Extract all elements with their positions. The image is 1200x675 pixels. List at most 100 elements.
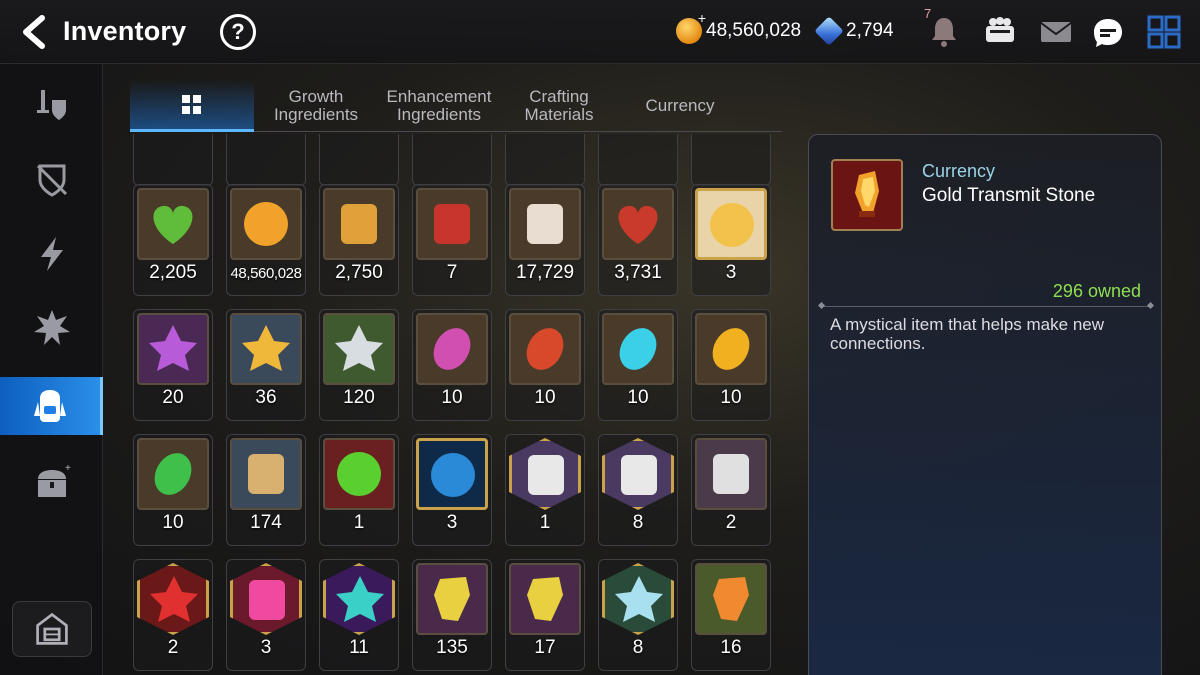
cat-portrait-icon [695, 188, 767, 260]
tab-growth-ingredients[interactable]: Growth Ingredients [258, 80, 374, 132]
skystone-gem-icon [814, 16, 844, 46]
tab-all[interactable] [130, 80, 254, 132]
gold-lotus-icon [230, 313, 302, 385]
inventory-item[interactable]: 2,750 [319, 184, 399, 296]
green-rune-stone-icon [137, 438, 209, 510]
inventory-item[interactable]: 16 [412, 134, 492, 186]
inventory-item[interactable]: 3 [226, 559, 306, 671]
inventory-item[interactable]: 15 [319, 134, 399, 186]
inventory-item[interactable]: 10 [598, 309, 678, 421]
friends-button[interactable] [980, 12, 1020, 52]
item-quantity: 10 [162, 512, 184, 533]
help-button[interactable]: ? [220, 14, 256, 50]
item-quantity: 3 [446, 512, 458, 533]
inventory-item[interactable]: 10 [505, 309, 585, 421]
inventory-item[interactable]: 17 [505, 559, 585, 671]
purple-lotus-icon [137, 313, 209, 385]
inventory-item[interactable]: 10 [133, 434, 213, 546]
item-quantity: 1 [353, 512, 365, 533]
inventory-item[interactable]: 135 [412, 559, 492, 671]
inventory-item[interactable]: 20 [133, 309, 213, 421]
inventory-item[interactable]: 10 [691, 309, 771, 421]
inventory-item[interactable]: 16 [691, 559, 771, 671]
chat-button[interactable] [1088, 12, 1128, 52]
inventory-item[interactable]: 7 [412, 184, 492, 296]
yellow-shard-icon [416, 563, 488, 635]
storage-button[interactable] [12, 601, 92, 657]
inventory-item[interactable]: 50 [505, 134, 585, 186]
skystone-counter[interactable]: 2,794 [814, 16, 894, 46]
divider [821, 306, 1151, 307]
item-quantity: 7 [446, 262, 458, 283]
sidebar-item-special[interactable] [0, 299, 103, 357]
inventory-item[interactable]: 8 [598, 559, 678, 671]
inventory-item[interactable]: 60 [598, 134, 678, 186]
tab-enhancement-ingredients[interactable]: Enhancement Ingredients [380, 80, 498, 132]
inventory-item[interactable]: 11 [319, 559, 399, 671]
inventory-item[interactable]: 3,731 [598, 184, 678, 296]
tab-crafting-materials[interactable]: Crafting Materials [504, 80, 614, 132]
item-quantity: 2 [167, 637, 179, 658]
item-quantity: 10 [441, 387, 463, 408]
artifact-shield-icon [36, 164, 67, 197]
inventory-item[interactable]: 10 [412, 309, 492, 421]
cyan-rune-stone-icon [602, 313, 674, 385]
category-tabs: Growth Ingredients Enhancement Ingredien… [130, 80, 782, 132]
item-quantity: 3 [725, 262, 737, 283]
back-button[interactable] [16, 12, 56, 52]
item-card-frame [412, 134, 492, 186]
item-detail-panel: Currency Gold Transmit Stone 296 owned A… [808, 134, 1162, 675]
sidebar-item-inventory[interactable] [0, 377, 103, 435]
inventory-item[interactable]: 3 [412, 434, 492, 546]
item-quantity: 10 [534, 387, 556, 408]
menu-button[interactable] [1144, 12, 1184, 52]
sidebar-item-chest[interactable]: + [0, 454, 103, 512]
item-owned-count: 296 owned [1052, 281, 1141, 301]
gold-amount: 48,560,028 [706, 20, 802, 41]
guild-members-icon [986, 17, 1014, 42]
item-quantity: 20 [162, 387, 184, 408]
inventory-item[interactable]: 17,729 [505, 184, 585, 296]
inventory-item[interactable]: 174 [226, 434, 306, 546]
gold-counter[interactable]: + 48,560,028 [676, 10, 802, 44]
inventory-item[interactable]: 36 [226, 309, 306, 421]
item-quantity: 2,750 [335, 262, 383, 283]
item-quantity: 8 [632, 637, 644, 658]
page-title: Inventory [63, 16, 187, 46]
sidebar-item-artifact[interactable] [0, 151, 103, 209]
inventory-item[interactable]: 3 [691, 134, 771, 186]
item-card-frame [598, 134, 678, 186]
inventory-item[interactable]: 120 [319, 309, 399, 421]
item-quantity: 135 [436, 637, 468, 658]
item-quantity: 1 [539, 512, 551, 533]
equipment-icon [36, 90, 66, 120]
item-quantity: 3 [260, 637, 272, 658]
item-card-frame [319, 134, 399, 186]
inventory-item[interactable]: 3 [691, 184, 771, 296]
item-quantity: 120 [343, 387, 375, 408]
item-card-frame [505, 134, 585, 186]
inventory-item[interactable]: 1 [319, 434, 399, 546]
inventory-item[interactable]: 2 [133, 559, 213, 671]
mail-button[interactable] [1036, 12, 1076, 52]
inventory-item[interactable]: 628 [226, 134, 306, 186]
yellow-rune-stone-icon [695, 313, 767, 385]
inventory-item[interactable]: 140 [133, 134, 213, 186]
item-description: A mystical item that helps make new conn… [830, 315, 1105, 353]
ginseng-root-icon [230, 438, 302, 510]
inventory-item[interactable]: 2 [691, 434, 771, 546]
inventory-item[interactable]: 8 [598, 434, 678, 546]
item-quantity: 2 [725, 512, 737, 533]
inventory-item[interactable]: 2,205 [133, 184, 213, 296]
inventory-item[interactable]: 1 [505, 434, 585, 546]
sidebar-item-equipment[interactable] [0, 77, 103, 135]
gold-coin-icon [230, 188, 302, 260]
war-banner-icon [416, 188, 488, 260]
sidebar-item-catalyst[interactable] [0, 225, 103, 283]
back-arrow-icon [23, 15, 45, 49]
inventory-item[interactable]: 48,560,028 [226, 184, 306, 296]
item-quantity: 174 [250, 512, 282, 533]
red-rune-stone-icon [509, 313, 581, 385]
tab-currency[interactable]: Currency [622, 80, 738, 132]
gold-transmit-stone-icon [831, 159, 903, 231]
